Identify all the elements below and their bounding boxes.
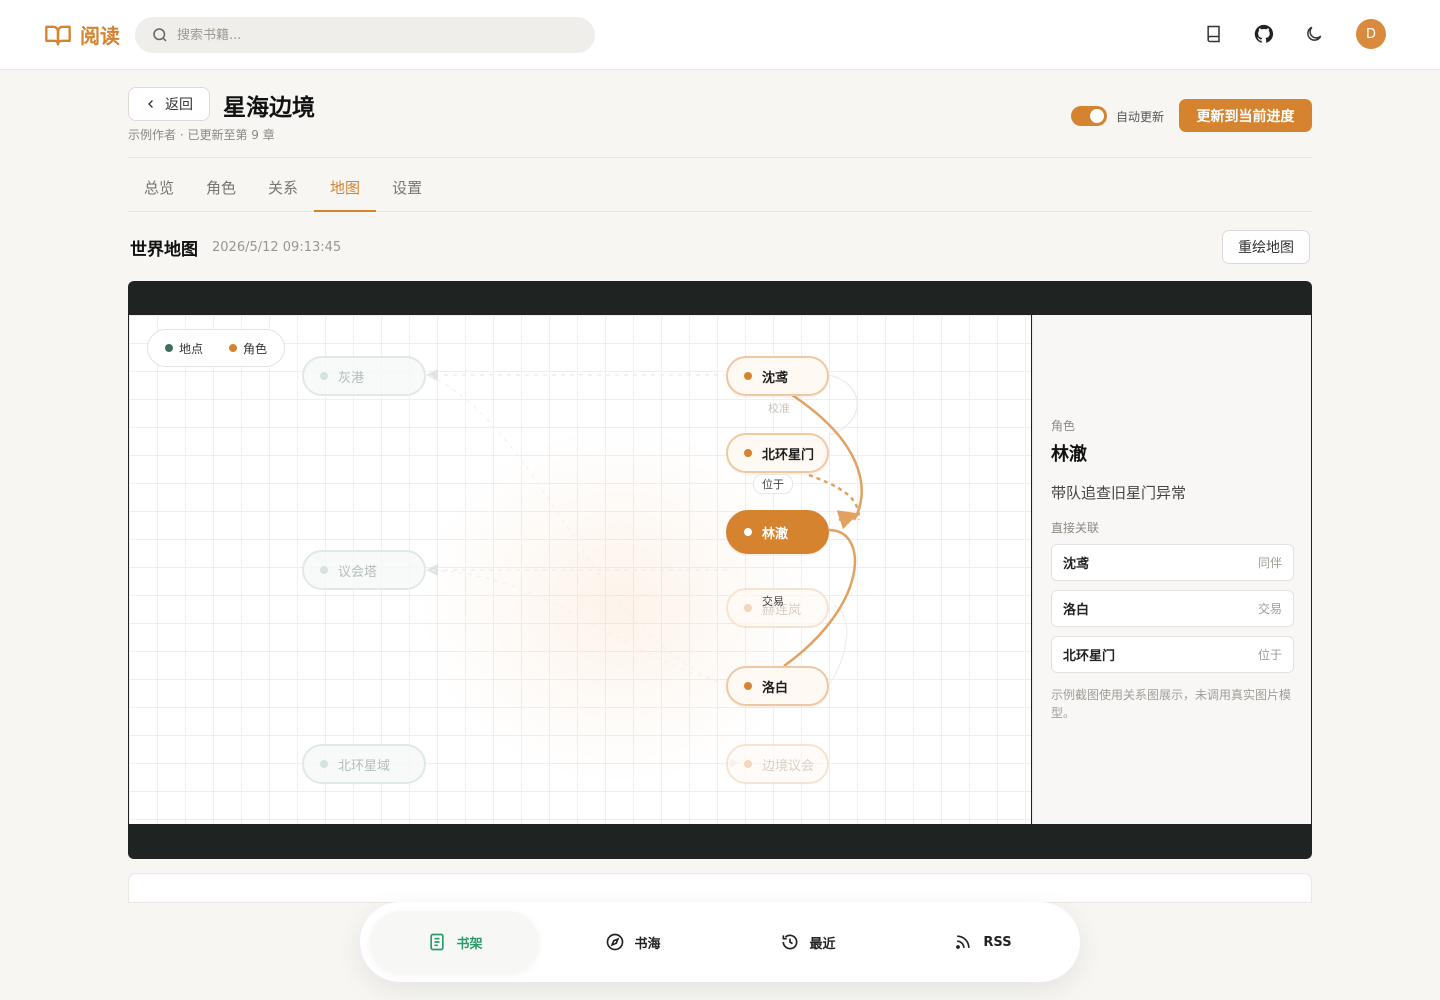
node-label: 沈鸢: [762, 370, 789, 386]
app-logo[interactable]: 阅读: [44, 20, 120, 49]
place-dot-icon: [164, 344, 173, 352]
nav-label: 最近: [809, 936, 836, 952]
tab-characters[interactable]: 角色: [190, 166, 252, 211]
map-legend: 地点 角色: [147, 329, 285, 367]
relations-list: 沈鸢 同伴 洛白 交易 北环星门 位于: [1051, 544, 1294, 682]
detail-description: 带队追查旧星门异常: [1051, 484, 1187, 502]
top-bar: 阅读 D: [0, 0, 1440, 70]
character-dot-icon: [744, 449, 752, 457]
history-icon: [782, 934, 797, 950]
map-node-place[interactable]: 北环星域: [302, 744, 426, 784]
tab-overview[interactable]: 总览: [128, 166, 190, 211]
node-label: 洛白: [762, 680, 789, 696]
character-dot-icon: [744, 528, 752, 536]
map-node-place[interactable]: 议会塔: [302, 550, 426, 590]
place-dot-icon: [320, 760, 328, 768]
rss-icon: [956, 935, 971, 949]
relation-name: 沈鸢: [1063, 557, 1090, 572]
node-label: 林澈: [762, 526, 789, 542]
relation-type: 位于: [1257, 648, 1282, 662]
character-dot-icon: [744, 760, 752, 768]
edge-label: 校准: [768, 402, 790, 415]
search-input[interactable]: [177, 27, 577, 43]
legend-character-label: 角色: [243, 341, 268, 356]
world-map-frame: 地点 角色 灰港 议会塔 北环星域 沈鸢 北环星门 林澈 赫连岚 洛白 边境议会…: [128, 281, 1312, 859]
detail-name: 林澈: [1051, 444, 1087, 465]
book-title: 星海边境: [223, 95, 315, 121]
tab-map[interactable]: 地图: [314, 166, 377, 212]
relation-item[interactable]: 沈鸢 同伴: [1051, 544, 1294, 581]
detail-kind: 角色: [1051, 419, 1076, 433]
map-node-character[interactable]: 洛白: [726, 666, 829, 706]
character-dot-icon: [744, 682, 752, 690]
book-icon[interactable]: [1200, 20, 1228, 48]
nav-rss[interactable]: RSS: [895, 911, 1070, 973]
auto-update-toggle[interactable]: [1071, 106, 1107, 126]
tab-relations[interactable]: 关系: [252, 166, 314, 211]
tab-bar: 总览 角色 关系 地图 设置: [128, 166, 1312, 212]
place-dot-icon: [320, 372, 328, 380]
back-label: 返回: [165, 97, 193, 113]
chevron-left-icon: [148, 100, 153, 108]
tab-settings[interactable]: 设置: [376, 166, 438, 211]
place-dot-icon: [320, 566, 328, 574]
nav-label: 书架: [456, 936, 483, 952]
update-progress-button[interactable]: 更新到当前进度: [1179, 99, 1312, 132]
detail-panel: 角色 林澈 带队追查旧星门异常 直接关联 沈鸢 同伴 洛白 交易 北环星门 位于…: [1032, 315, 1311, 824]
book-meta: 示例作者 · 已更新至第 9 章: [128, 128, 275, 142]
section-timestamp: 2026/5/12 09:13:45: [212, 240, 342, 255]
node-label: 议会塔: [338, 564, 378, 580]
header-divider: [128, 157, 1312, 158]
map-node-character[interactable]: 边境议会: [726, 744, 829, 784]
legend-place-label: 地点: [178, 341, 203, 356]
bookshelf-icon: [429, 933, 444, 951]
search-icon: [153, 28, 167, 42]
map-node-character[interactable]: 北环星门: [726, 433, 829, 473]
relation-item[interactable]: 北环星门 位于: [1051, 636, 1294, 673]
character-dot-icon: [229, 344, 237, 352]
auto-update-label: 自动更新: [1116, 109, 1165, 124]
map-canvas[interactable]: 地点 角色 灰港 议会塔 北环星域 沈鸢 北环星门 林澈 赫连岚 洛白 边境议会…: [129, 315, 1031, 824]
moon-icon[interactable]: [1300, 20, 1328, 48]
bottom-nav: 书架 书海 最近 RSS: [360, 902, 1080, 982]
next-section-card: [128, 873, 1312, 903]
node-label: 北环星门: [762, 447, 815, 463]
search-bar[interactable]: [135, 17, 595, 53]
app-name: 阅读: [80, 24, 120, 48]
nav-label: 书海: [634, 936, 661, 952]
relations-title: 直接关联: [1051, 521, 1100, 535]
legend-place: 地点: [164, 340, 203, 357]
nav-recent[interactable]: 最近: [720, 911, 895, 973]
relation-name: 北环星门: [1063, 649, 1116, 664]
node-label: 北环星域: [338, 758, 391, 774]
relation-type: 同伴: [1257, 556, 1282, 570]
github-icon[interactable]: [1250, 20, 1278, 48]
compass-icon: [606, 933, 623, 951]
character-dot-icon: [744, 604, 752, 612]
auto-update-control: 自动更新: [1071, 106, 1164, 126]
redraw-map-button[interactable]: 重绘地图: [1222, 230, 1310, 264]
nav-bookshelf[interactable]: 书架: [370, 911, 540, 973]
nav-label: RSS: [983, 934, 1012, 950]
relation-name: 洛白: [1063, 603, 1090, 618]
avatar[interactable]: D: [1356, 19, 1386, 49]
legend-character: 角色: [229, 340, 267, 357]
nav-discover[interactable]: 书海: [545, 911, 720, 973]
map-node-character-selected[interactable]: 林澈: [726, 510, 829, 554]
open-book-icon: [45, 25, 71, 45]
edge-label: 交易: [762, 595, 784, 608]
map-node-character[interactable]: 沈鸢: [726, 356, 829, 396]
edge-label: 位于: [753, 474, 793, 494]
map-edges: [426, 369, 863, 768]
character-dot-icon: [744, 372, 752, 380]
detail-note: 示例截图使用关系图展示，未调用真实图片模型。: [1051, 688, 1292, 720]
node-label: 边境议会: [762, 758, 815, 774]
back-button[interactable]: 返回: [128, 87, 210, 121]
section-title: 世界地图: [130, 240, 198, 260]
relation-item[interactable]: 洛白 交易: [1051, 590, 1294, 627]
relation-type: 交易: [1257, 602, 1282, 616]
map-node-place[interactable]: 灰港: [302, 356, 426, 396]
node-label: 灰港: [338, 370, 365, 386]
